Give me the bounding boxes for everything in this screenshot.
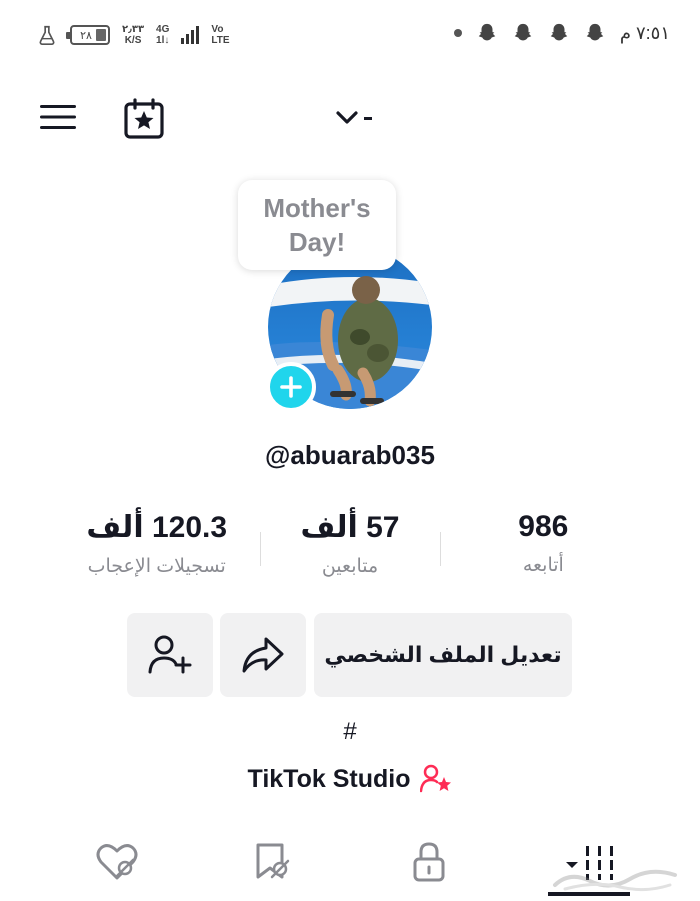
username: @abuarab035 — [265, 440, 435, 470]
stat-following[interactable]: 986 أتابعه — [447, 510, 640, 590]
stat-followers[interactable]: 57 ألف متابعين — [253, 510, 446, 590]
snapchat-ghost-icon — [514, 23, 532, 41]
calendar-star-icon[interactable] — [122, 97, 166, 141]
network-activity: 1l↓ — [156, 35, 170, 46]
tab-favorites[interactable] — [236, 836, 306, 888]
tab-private[interactable] — [394, 836, 464, 888]
network-speed-unit: K/S — [124, 35, 142, 46]
status-bar: ٢٨ ٢٫٣٣ K/S 4G 1l↓ Vo LTE ٧:٥١ م — [0, 0, 700, 70]
network-type: 4G 1l↓ — [156, 24, 169, 46]
status-note-bubble[interactable]: Mother's Day! — [238, 180, 396, 270]
add-friend-button[interactable] — [127, 613, 213, 697]
volte-top: Vo — [211, 24, 224, 35]
bubble-line-2: Day! — [288, 227, 346, 257]
chevron-down-icon — [336, 111, 358, 124]
hamburger-menu-icon[interactable] — [38, 101, 78, 133]
network-speed: ٢٫٣٣ K/S — [122, 24, 144, 46]
bio-hashtag: # — [343, 718, 357, 745]
stat-following-label: أتابعه — [522, 555, 564, 576]
stat-likes-value: 120.3 ألف — [86, 511, 228, 544]
network-speed-value: ٢٫٣٣ — [122, 24, 145, 35]
creator-star-icon — [420, 764, 452, 793]
snapchat-ghost-icon — [478, 23, 496, 41]
stat-followers-value: 57 ألف — [300, 511, 400, 544]
liked-hidden-icon — [96, 844, 138, 880]
tiktok-studio-label: TikTok Studio — [247, 764, 411, 793]
notification-dash — [364, 116, 372, 120]
status-bar-right: ٧:٥١ م — [453, 22, 670, 44]
share-profile-button[interactable] — [220, 613, 306, 697]
haraj-watermark-logo — [553, 869, 677, 892]
notification-dot — [453, 29, 462, 37]
status-time: ٧:٥١ م — [619, 22, 670, 43]
snapchat-ghost-icon — [586, 23, 604, 41]
add-friend-icon — [148, 635, 192, 674]
stat-following-value: 986 — [518, 510, 569, 543]
stat-divider — [440, 532, 441, 566]
profile-stats: 986 أتابعه 57 ألف متابعين 120.3 ألف تسجي… — [60, 510, 640, 590]
signal-icon — [181, 26, 200, 44]
battery-level: ٢٨ — [80, 29, 92, 42]
snapchat-ghost-icon — [550, 23, 568, 41]
bookmark-hidden-icon — [256, 843, 290, 879]
stat-likes-label: تسجيلات الإعجاب — [87, 556, 226, 577]
share-arrow-icon — [242, 637, 284, 673]
network-type-label: 4G — [156, 24, 170, 35]
tab-liked[interactable] — [82, 836, 152, 888]
bubble-line-1: Mother's — [263, 193, 371, 223]
volte-bottom: LTE — [211, 35, 230, 46]
stat-divider — [260, 532, 261, 566]
tiktok-studio-link[interactable]: TikTok Studio — [0, 764, 700, 794]
stat-likes[interactable]: 120.3 ألف تسجيلات الإعجاب — [60, 510, 253, 590]
edit-profile-button[interactable]: تعديل الملف الشخصي — [314, 613, 572, 697]
battery-indicator: ٢٨ — [66, 25, 110, 45]
plus-icon — [280, 376, 302, 398]
volte-indicator: Vo LTE — [211, 24, 229, 46]
stat-followers-label: متابعين — [321, 556, 379, 577]
lock-icon — [413, 842, 445, 882]
add-profile-photo-button[interactable] — [266, 362, 316, 412]
top-nav — [0, 95, 700, 145]
account-switch-button[interactable] — [336, 105, 382, 131]
status-bar-left: ٢٨ ٢٫٣٣ K/S 4G 1l↓ Vo LTE — [36, 24, 230, 46]
lab-flask-icon — [39, 25, 55, 45]
